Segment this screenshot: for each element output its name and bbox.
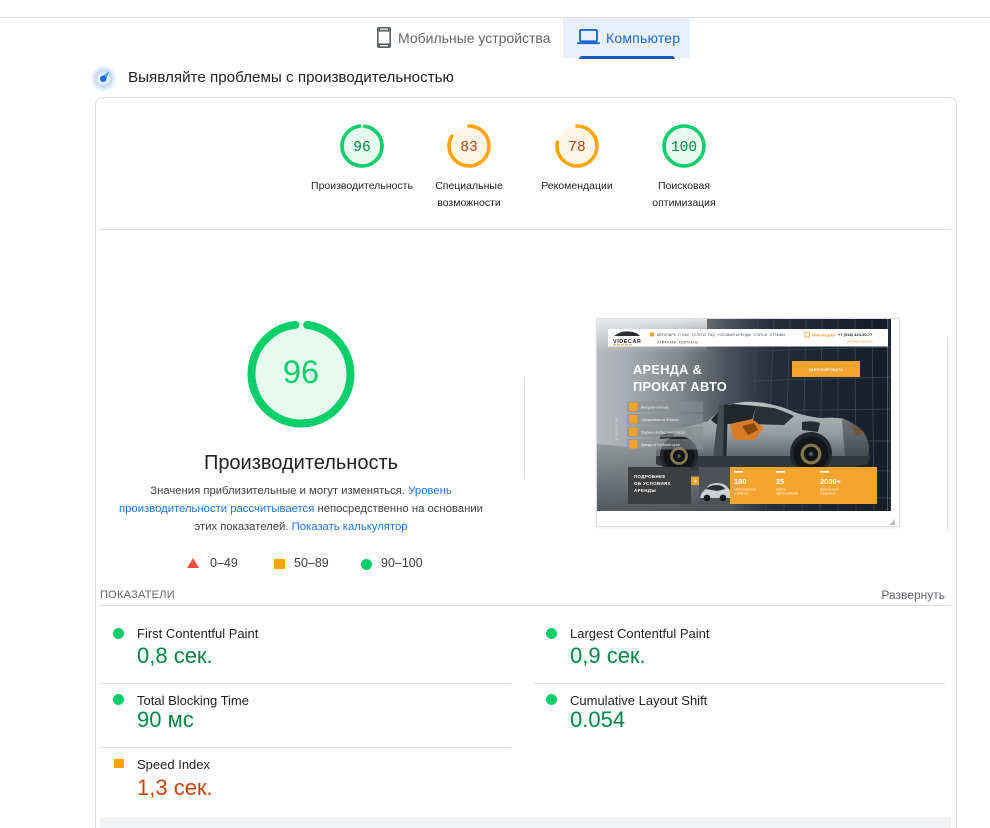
svg-text:ОБ УСЛОВИЯХ: ОБ УСЛОВИЯХ bbox=[634, 481, 671, 486]
svg-text:Подача в любую точку города: Подача в любую точку города bbox=[641, 431, 685, 435]
svg-text:АРЕНДА &: АРЕНДА & bbox=[633, 362, 702, 377]
svg-text:2000+: 2000+ bbox=[820, 477, 842, 486]
svg-text:В КАТАЛОГ →: В КАТАЛОГ → bbox=[615, 409, 619, 440]
svg-text:96: 96 bbox=[283, 354, 319, 390]
svg-text:ЗАБРОНИРОВАТЬ: ЗАБРОНИРОВАТЬ bbox=[809, 368, 844, 372]
svg-text:КРАСНОДАР: КРАСНОДАР bbox=[812, 334, 836, 338]
svg-text:В АРЕНДУ: В АРЕНДУ bbox=[734, 492, 749, 496]
svg-text:ЛАЙФХАКИ КОНТАКТЫ: ЛАЙФХАКИ КОНТАКТЫ bbox=[657, 341, 698, 345]
svg-text:+7 (918) 423-30-77: +7 (918) 423-30-77 bbox=[838, 332, 873, 337]
svg-text:Аренда от 3 и более суток: Аренда от 3 и более суток bbox=[641, 443, 681, 447]
svg-text:Оформление за 30 минут: Оформление за 30 минут bbox=[641, 418, 680, 422]
svg-text:ПОДРОБНЕЕ: ПОДРОБНЕЕ bbox=[634, 474, 666, 479]
svg-text:ПРОКАТ АВТО: ПРОКАТ АВТО bbox=[633, 379, 727, 394]
svg-text:КЛИЕНТОВ: КЛИЕНТОВ bbox=[820, 492, 836, 496]
svg-text:180: 180 bbox=[734, 477, 747, 486]
svg-text:АРЕНДЫ: АРЕНДЫ bbox=[634, 488, 656, 493]
svg-text:ЗАКАЗАТЬ ЗВОНОК: ЗАКАЗАТЬ ЗВОНОК bbox=[846, 340, 873, 344]
svg-text:83: 83 bbox=[460, 140, 477, 156]
svg-text:АВТОПАРК О НАС УСЛУГИ FAQ: АВТОПАРК О НАС УСЛУГИ FAQ УСЛОВИЯ АРЕНДЫ… bbox=[657, 333, 785, 337]
svg-text:VIDECAR: VIDECAR bbox=[613, 339, 641, 345]
svg-text:Выгодная система: Выгодная система bbox=[641, 406, 669, 410]
svg-text:78: 78 bbox=[568, 140, 585, 156]
svg-text:96: 96 bbox=[353, 140, 370, 156]
svg-text:АВТОМОБИЛЕЙ: АВТОМОБИЛЕЙ bbox=[776, 492, 798, 496]
svg-text:100: 100 bbox=[671, 140, 697, 156]
svg-text:25: 25 bbox=[776, 477, 784, 486]
